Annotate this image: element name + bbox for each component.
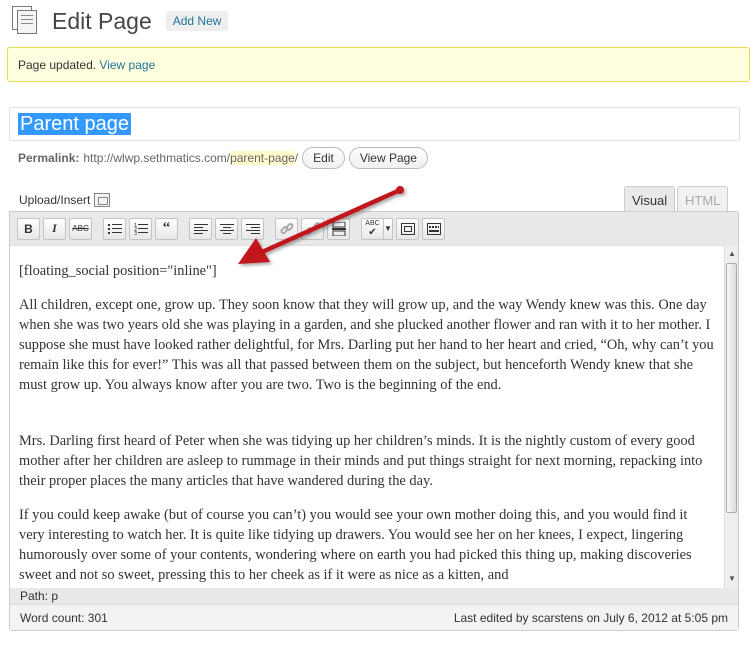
svg-text:3: 3 <box>134 231 137 235</box>
updated-notice: Page updated. View page <box>7 47 750 82</box>
checkmark-icon: ✔ <box>368 227 377 238</box>
editor-scrollbar[interactable]: ▲ ▼ <box>724 245 738 588</box>
last-edited: Last edited by scarstens on July 6, 2012… <box>453 611 728 625</box>
path-label: Path: <box>20 589 49 603</box>
align-center-button[interactable] <box>215 217 238 240</box>
permalink-base: http://wlwp.sethmatics.com/ <box>83 151 231 165</box>
empty-paragraph[interactable] <box>19 409 714 431</box>
post-editor: B I ABC 123 “ ABC ✔ ▼ [floating_social p… <box>9 211 739 631</box>
view-page-button[interactable]: View Page <box>348 147 428 169</box>
insert-link-button[interactable] <box>275 217 298 240</box>
shortcode-paragraph[interactable]: [floating_social position="inline"] <box>19 261 714 281</box>
tab-visual[interactable]: Visual <box>624 186 676 212</box>
view-page-link[interactable]: View page <box>99 58 155 72</box>
fullscreen-button[interactable] <box>396 217 419 240</box>
blockquote-icon: “ <box>162 220 171 236</box>
add-media-icon[interactable] <box>94 193 111 207</box>
more-tag-icon <box>331 221 346 236</box>
scroll-thumb[interactable] <box>726 263 737 513</box>
scroll-down-icon[interactable]: ▼ <box>726 572 738 586</box>
add-new-button[interactable]: Add New <box>165 11 229 31</box>
numbered-list-button[interactable]: 123 <box>129 217 152 240</box>
tab-html[interactable]: HTML <box>677 186 729 212</box>
more-tag-button[interactable] <box>327 217 350 240</box>
notice-text: Page updated. <box>18 58 97 72</box>
link-icon <box>279 222 294 234</box>
bold-icon: B <box>24 221 33 236</box>
title-input[interactable]: Parent page <box>9 107 740 141</box>
scroll-up-icon[interactable]: ▲ <box>726 247 738 261</box>
upload-insert[interactable]: Upload/Insert <box>19 193 111 207</box>
blockquote-button[interactable]: “ <box>155 217 178 240</box>
permalink-trail: / <box>294 151 299 165</box>
unlink-icon <box>305 221 320 235</box>
word-count: Word count: 301 <box>20 611 108 625</box>
fullscreen-icon <box>400 222 415 235</box>
bold-button[interactable]: B <box>17 217 40 240</box>
path-bar: Path: p <box>10 588 738 605</box>
permalink-slug[interactable]: parent-page <box>230 151 295 165</box>
edit-permalink-button[interactable]: Edit <box>302 147 345 169</box>
page-header: Edit Page Add New <box>10 6 229 36</box>
content-paragraph[interactable]: All children, except one, grow up. They … <box>19 295 714 395</box>
content-paragraph[interactable]: If you could keep awake (but of course y… <box>19 505 714 585</box>
status-bar: Word count: 301 Last edited by scarstens… <box>10 605 738 630</box>
align-left-icon <box>193 223 208 234</box>
bullet-list-icon <box>107 223 122 234</box>
italic-button[interactable]: I <box>43 217 66 240</box>
align-left-button[interactable] <box>189 217 212 240</box>
spellcheck-dropdown[interactable]: ▼ <box>383 217 393 240</box>
kitchen-sink-button[interactable] <box>422 217 445 240</box>
page-title: Edit Page <box>52 7 152 34</box>
permalink-label: Permalink: <box>18 151 80 165</box>
upload-insert-label[interactable]: Upload/Insert <box>19 193 90 207</box>
path-element[interactable]: p <box>51 589 58 603</box>
strikethrough-button[interactable]: ABC <box>69 217 92 240</box>
editor-content[interactable]: [floating_social position="inline"] All … <box>10 245 724 588</box>
caret-down-icon: ▼ <box>384 224 392 233</box>
permalink-row: Permalink: http://wlwp.sethmatics.com/pa… <box>18 147 428 169</box>
title-value[interactable]: Parent page <box>18 113 131 135</box>
strikethrough-icon: ABC <box>72 224 89 233</box>
bullet-list-button[interactable] <box>103 217 126 240</box>
content-paragraph[interactable]: Mrs. Darling first heard of Peter when s… <box>19 431 714 491</box>
editor-toolbar: B I ABC 123 “ ABC ✔ ▼ <box>10 212 738 245</box>
align-right-icon <box>245 223 260 234</box>
kitchen-sink-icon <box>426 222 441 235</box>
unlink-button[interactable] <box>301 217 324 240</box>
spellcheck-button[interactable]: ABC ✔ <box>361 217 384 240</box>
align-center-icon <box>219 223 234 234</box>
pages-icon <box>10 6 40 36</box>
italic-icon: I <box>52 221 57 235</box>
align-right-button[interactable] <box>241 217 264 240</box>
numbered-list-icon: 123 <box>134 223 148 235</box>
